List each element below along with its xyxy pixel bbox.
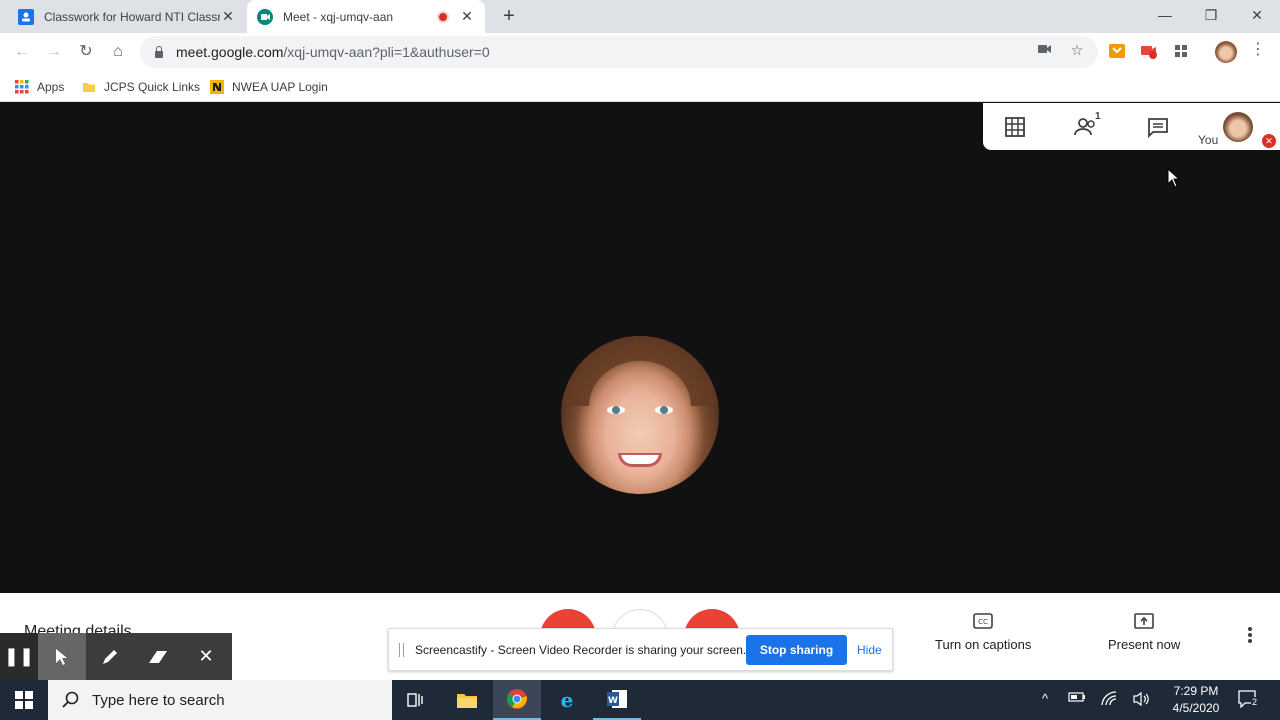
eraser-icon[interactable] (134, 633, 182, 680)
wifi-icon[interactable] (1101, 691, 1119, 709)
svg-text:CC: CC (978, 618, 988, 626)
recording-icon (437, 10, 449, 23)
nwea-logo-icon (210, 80, 224, 94)
chrome-menu-icon[interactable]: ⋮ (1249, 41, 1267, 59)
browser-toolbar: ← → ↻ ⌂ meet.google.com/xqj-umqv-aan?pli… (0, 33, 1280, 71)
tab-classwork[interactable]: Classwork for Howard NTI Classroom ✕ (8, 0, 246, 33)
mouse-cursor-icon (1167, 168, 1181, 188)
battery-icon[interactable] (1068, 691, 1086, 709)
meet-top-panel: 1 You ✕ (983, 103, 1280, 150)
captions-label: Turn on captions (935, 637, 1032, 652)
forward-arrow-icon[interactable]: → (43, 41, 65, 63)
back-arrow-icon[interactable]: ← (11, 41, 33, 63)
folder-icon (83, 83, 95, 92)
url-path: /xqj-umqv-aan?pli=1&authuser=0 (283, 44, 490, 60)
search-icon (62, 691, 79, 708)
pause-icon[interactable]: ❚❚ (0, 633, 38, 680)
windows-start-icon[interactable] (0, 680, 48, 720)
drag-handle-icon[interactable] (399, 643, 404, 657)
tab-title: Meet - xqj-umqv-aan (283, 9, 394, 24)
restore-button[interactable]: ❐ (1188, 0, 1234, 33)
new-tab-button[interactable]: + (498, 6, 520, 28)
system-clock[interactable]: 7:29 PM 4/5/2020 (1160, 683, 1232, 717)
bookmark-label: JCPS Quick Links (104, 80, 201, 94)
people-icon[interactable]: 1 (1073, 111, 1103, 139)
more-options-icon[interactable] (1243, 627, 1257, 647)
volume-icon[interactable] (1132, 691, 1150, 709)
bookmark-nwea[interactable]: NWEA UAP Login (210, 77, 328, 97)
close-icon[interactable]: ✕ (182, 633, 230, 680)
cc-icon: CC (973, 613, 993, 629)
present-label: Present now (1108, 637, 1181, 652)
camera-icon[interactable] (1036, 41, 1054, 59)
bookmarks-bar: Apps JCPS Quick Links NWEA UAP Login (0, 71, 1280, 102)
windows-taskbar: Type here to search e W ^ 7:29 PM 4/5/20… (0, 680, 1280, 720)
task-view-icon[interactable] (392, 680, 440, 720)
chat-icon[interactable] (1146, 115, 1170, 139)
svg-text:W: W (608, 696, 618, 706)
pen-icon[interactable] (86, 633, 134, 680)
bookmark-jcps-quick-links[interactable]: JCPS Quick Links (82, 77, 200, 97)
grid-layout-icon[interactable] (1003, 115, 1027, 139)
svg-text:e: e (561, 689, 574, 711)
screencastify-toolbar: ❚❚ ✕ (0, 633, 232, 680)
participant-count: 1 (1095, 111, 1101, 122)
screen-share-notice: Screencastify - Screen Video Recorder is… (388, 628, 893, 671)
chrome-taskbar-icon[interactable] (493, 680, 541, 720)
meet-favicon-icon (257, 8, 273, 25)
hide-button[interactable]: Hide (857, 643, 882, 657)
notification-count: 2 (1251, 697, 1259, 707)
profile-avatar[interactable] (1215, 41, 1237, 63)
close-icon[interactable]: ✕ (459, 8, 475, 25)
address-bar[interactable]: meet.google.com/xqj-umqv-aan?pli=1&authu… (140, 36, 1098, 68)
extensions-puzzle-icon[interactable] (1172, 42, 1190, 60)
close-window-button[interactable]: ✕ (1234, 0, 1280, 33)
bookmark-label: NWEA UAP Login (232, 80, 328, 94)
present-now-button[interactable]: Present now (1108, 613, 1180, 652)
minimize-button[interactable]: — (1142, 0, 1188, 33)
share-message: Screencastify - Screen Video Recorder is… (415, 643, 747, 657)
clock-time: 7:29 PM (1173, 684, 1219, 698)
tab-meet[interactable]: Meet - xqj-umqv-aan ✕ (247, 0, 485, 33)
self-avatar[interactable] (1223, 112, 1253, 142)
clock-date: 4/5/2020 (1172, 701, 1220, 715)
word-icon[interactable]: W (593, 680, 641, 720)
present-screen-icon (1134, 613, 1154, 629)
extension-orange-icon[interactable] (1108, 42, 1126, 60)
self-label: You (1198, 133, 1219, 147)
classroom-favicon-icon (18, 8, 34, 25)
apps-grid-icon (15, 80, 29, 94)
participant-avatar (561, 336, 719, 494)
captions-button[interactable]: CC Turn on captions (935, 613, 1031, 652)
close-icon[interactable]: ✕ (220, 8, 236, 25)
show-hidden-icons-icon[interactable]: ^ (1036, 691, 1054, 709)
reload-icon[interactable]: ↻ (75, 41, 97, 63)
action-center-icon[interactable]: 2 (1238, 690, 1259, 709)
mic-off-icon: ✕ (1262, 134, 1276, 148)
taskbar-search-input[interactable]: Type here to search (48, 680, 392, 720)
screencastify-extension-icon[interactable] (1140, 42, 1158, 60)
stop-sharing-button[interactable]: Stop sharing (746, 635, 847, 665)
file-explorer-icon[interactable] (443, 680, 491, 720)
url-host: meet.google.com (176, 44, 284, 60)
home-icon[interactable]: ⌂ (107, 41, 129, 63)
lock-icon (154, 46, 164, 58)
search-placeholder: Type here to search (92, 691, 225, 709)
bookmark-apps[interactable]: Apps (15, 77, 64, 97)
pointer-icon[interactable] (38, 633, 86, 680)
internet-explorer-icon[interactable]: e (543, 680, 591, 720)
tab-title: Classwork for Howard NTI Classroom (44, 9, 220, 24)
star-icon[interactable]: ☆ (1068, 41, 1086, 59)
bookmark-label: Apps (37, 80, 65, 94)
browser-tab-strip: Classwork for Howard NTI Classroom ✕ Mee… (0, 0, 1280, 33)
